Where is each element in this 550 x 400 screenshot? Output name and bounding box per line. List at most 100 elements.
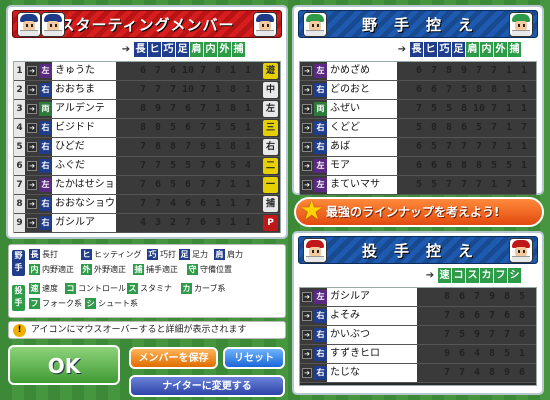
- bench-pitcher-row[interactable]: ➔ 右すずきヒロ 9 6 4 8 5 1: [300, 345, 536, 364]
- player-name[interactable]: どのおと: [327, 81, 397, 99]
- header-speed[interactable]: 足: [175, 42, 189, 57]
- header-arm[interactable]: 肩: [465, 42, 479, 57]
- bench-fielder-row[interactable]: ➔ 左まていマサ 5 5 7 7 7 1 7 1: [300, 176, 536, 195]
- player-name[interactable]: よそみ: [327, 307, 417, 325]
- player-name[interactable]: ふぐだ: [52, 157, 116, 175]
- arrow-right-icon[interactable]: ➔: [27, 104, 37, 114]
- bench-fielder-row[interactable]: ➔ 右くどど 5 8 8 6 5 7 1 7: [300, 119, 536, 138]
- position-badge[interactable]: 遊: [263, 63, 278, 79]
- player-name[interactable]: かめざめ: [327, 62, 397, 80]
- arrow-right-icon[interactable]: ➔: [302, 311, 312, 321]
- position-badge[interactable]: 一: [263, 177, 278, 193]
- bench-pitcher-row[interactable]: ➔ 左ガシルア 8 6 7 9 8 5: [300, 288, 536, 307]
- bench-pitcher-row[interactable]: ➔ 右たじな 7 7 4 8 9 6: [300, 364, 536, 383]
- stat-value: 8: [229, 84, 237, 95]
- player-name[interactable]: ふぜい: [327, 100, 397, 118]
- arrow-right-icon[interactable]: ➔: [302, 349, 312, 359]
- header-skill[interactable]: 巧: [161, 42, 175, 57]
- reset-button[interactable]: リセット: [223, 347, 285, 369]
- player-name[interactable]: たじな: [327, 364, 417, 382]
- bench-fielder-row[interactable]: ➔ 左モア 6 6 6 8 8 5 5 1: [300, 157, 536, 176]
- header-shoot[interactable]: シ: [507, 268, 521, 283]
- arrow-right-icon[interactable]: ➔: [27, 123, 37, 133]
- lineup-row[interactable]: 6 ➔ 右ふぐだ 7 7 5 5 7 6 5 4 二: [14, 157, 280, 176]
- player-name[interactable]: たかはせショウ: [52, 176, 116, 208]
- header-velocity[interactable]: 速: [437, 268, 451, 283]
- header-skill[interactable]: 巧: [437, 42, 451, 57]
- lineup-row[interactable]: 8 ➔ 右おおなショウ 7 7 4 6 6 1 1 7 捕: [14, 195, 280, 214]
- bench-fielder-row[interactable]: ➔ 右あば 6 5 7 7 7 7 1 1: [300, 138, 536, 157]
- arrow-right-icon[interactable]: ➔: [27, 85, 37, 95]
- arrow-right-icon[interactable]: ➔: [302, 123, 312, 133]
- player-name[interactable]: ガシルア: [327, 288, 417, 306]
- player-name[interactable]: ガシルア: [52, 214, 116, 232]
- bench-fielder-row[interactable]: ➔ 左かめざめ 6 7 8 9 7 7 1 1: [300, 62, 536, 81]
- arrow-right-icon[interactable]: ➔: [302, 368, 312, 378]
- arrow-right-icon[interactable]: ➔: [27, 199, 37, 209]
- lineup-row[interactable]: 2 ➔ 右おおちま 7 7 7 10 7 1 8 1 中: [14, 81, 280, 100]
- arrow-right-icon[interactable]: ➔: [302, 66, 312, 76]
- header-infield[interactable]: 内: [203, 42, 217, 57]
- lineup-row[interactable]: 9 ➔ 右ガシルア 4 3 2 7 6 3 1 1 P: [14, 214, 280, 233]
- player-name[interactable]: かいぶつ: [327, 326, 417, 344]
- header-catcher[interactable]: 捕: [507, 42, 521, 57]
- position-badge[interactable]: P: [263, 215, 278, 231]
- header-catcher[interactable]: 捕: [231, 42, 245, 57]
- position-badge[interactable]: 左: [263, 101, 278, 117]
- header-outfield[interactable]: 外: [217, 42, 231, 57]
- header-arm[interactable]: 肩: [189, 42, 203, 57]
- bench-fielder-row[interactable]: ➔ 右どのおと 6 6 7 5 8 8 1 1: [300, 81, 536, 100]
- arrow-right-icon[interactable]: ➔: [302, 292, 312, 302]
- bench-pitcher-row[interactable]: ➔ 右かいぶつ 7 5 9 7 7 6: [300, 326, 536, 345]
- lineup-row[interactable]: 1 ➔ 左きゅうた 6 7 6 10 7 8 1 1 遊: [14, 62, 280, 81]
- header-outfield[interactable]: 外: [493, 42, 507, 57]
- arrow-right-icon[interactable]: ➔: [27, 218, 37, 228]
- header-control[interactable]: コ: [451, 268, 465, 283]
- lineup-row[interactable]: 5 ➔ 右ひどだ 7 8 8 7 9 1 8 1 右: [14, 138, 280, 157]
- header-hitting[interactable]: ヒ: [147, 42, 161, 57]
- player-name[interactable]: おおちま: [52, 81, 116, 99]
- lineup-row[interactable]: 4 ➔ 右ビジドド 8 8 5 6 7 5 5 1 三: [14, 119, 280, 138]
- header-infield[interactable]: 内: [479, 42, 493, 57]
- arrow-right-icon[interactable]: ➔: [27, 180, 37, 190]
- lineup-row[interactable]: 3 ➔ 両アルデンテ 8 9 7 6 7 1 8 1 左: [14, 100, 280, 119]
- arrow-right-icon[interactable]: ➔: [302, 85, 312, 95]
- arrow-right-icon[interactable]: ➔: [27, 161, 37, 171]
- arrow-right-icon[interactable]: ➔: [302, 180, 312, 190]
- player-name[interactable]: おおなショウ: [52, 195, 116, 213]
- position-badge[interactable]: 中: [263, 82, 278, 98]
- player-name[interactable]: くどど: [327, 119, 397, 137]
- position-badge[interactable]: 二: [263, 158, 278, 174]
- arrow-right-icon[interactable]: ➔: [302, 330, 312, 340]
- arrow-right-icon[interactable]: ➔: [27, 142, 37, 152]
- arrow-right-icon[interactable]: ➔: [27, 66, 37, 76]
- player-name[interactable]: きゅうた: [52, 62, 116, 80]
- lineup-row[interactable]: 7➔左たかはせショウ76567711一: [14, 176, 280, 208]
- player-name[interactable]: まていマサ: [327, 176, 397, 194]
- header-power[interactable]: 長: [133, 42, 147, 57]
- header-hitting[interactable]: ヒ: [423, 42, 437, 57]
- header-fork[interactable]: フ: [493, 268, 507, 283]
- player-name[interactable]: あば: [327, 138, 397, 156]
- bench-pitcher-row[interactable]: ➔ 右よそみ 7 8 6 7 6 8: [300, 307, 536, 326]
- save-members-button[interactable]: メンバーを保存: [129, 347, 218, 369]
- arrow-right-icon[interactable]: ➔: [302, 142, 312, 152]
- night-game-button[interactable]: ナイターに変更する: [129, 375, 285, 397]
- header-curve[interactable]: カ: [479, 268, 493, 283]
- player-name[interactable]: ビジドド: [52, 119, 116, 137]
- player-name[interactable]: アルデンテ: [52, 100, 116, 118]
- player-name[interactable]: すずきヒロ: [327, 345, 417, 363]
- ok-button[interactable]: OK: [8, 345, 120, 385]
- stat-value: 9: [199, 141, 207, 152]
- header-power[interactable]: 長: [409, 42, 423, 57]
- arrow-right-icon[interactable]: ➔: [302, 104, 312, 114]
- player-name[interactable]: モア: [327, 157, 397, 175]
- position-badge[interactable]: 三: [263, 120, 278, 136]
- position-badge[interactable]: 捕: [263, 196, 278, 212]
- position-badge[interactable]: 右: [263, 139, 278, 155]
- header-speed[interactable]: 足: [451, 42, 465, 57]
- arrow-right-icon[interactable]: ➔: [302, 161, 312, 171]
- player-name[interactable]: ひどだ: [52, 138, 116, 156]
- bench-fielder-row[interactable]: ➔ 両ふぜい 7 5 5 8 10 7 1 1: [300, 100, 536, 119]
- header-stamina[interactable]: ス: [465, 268, 479, 283]
